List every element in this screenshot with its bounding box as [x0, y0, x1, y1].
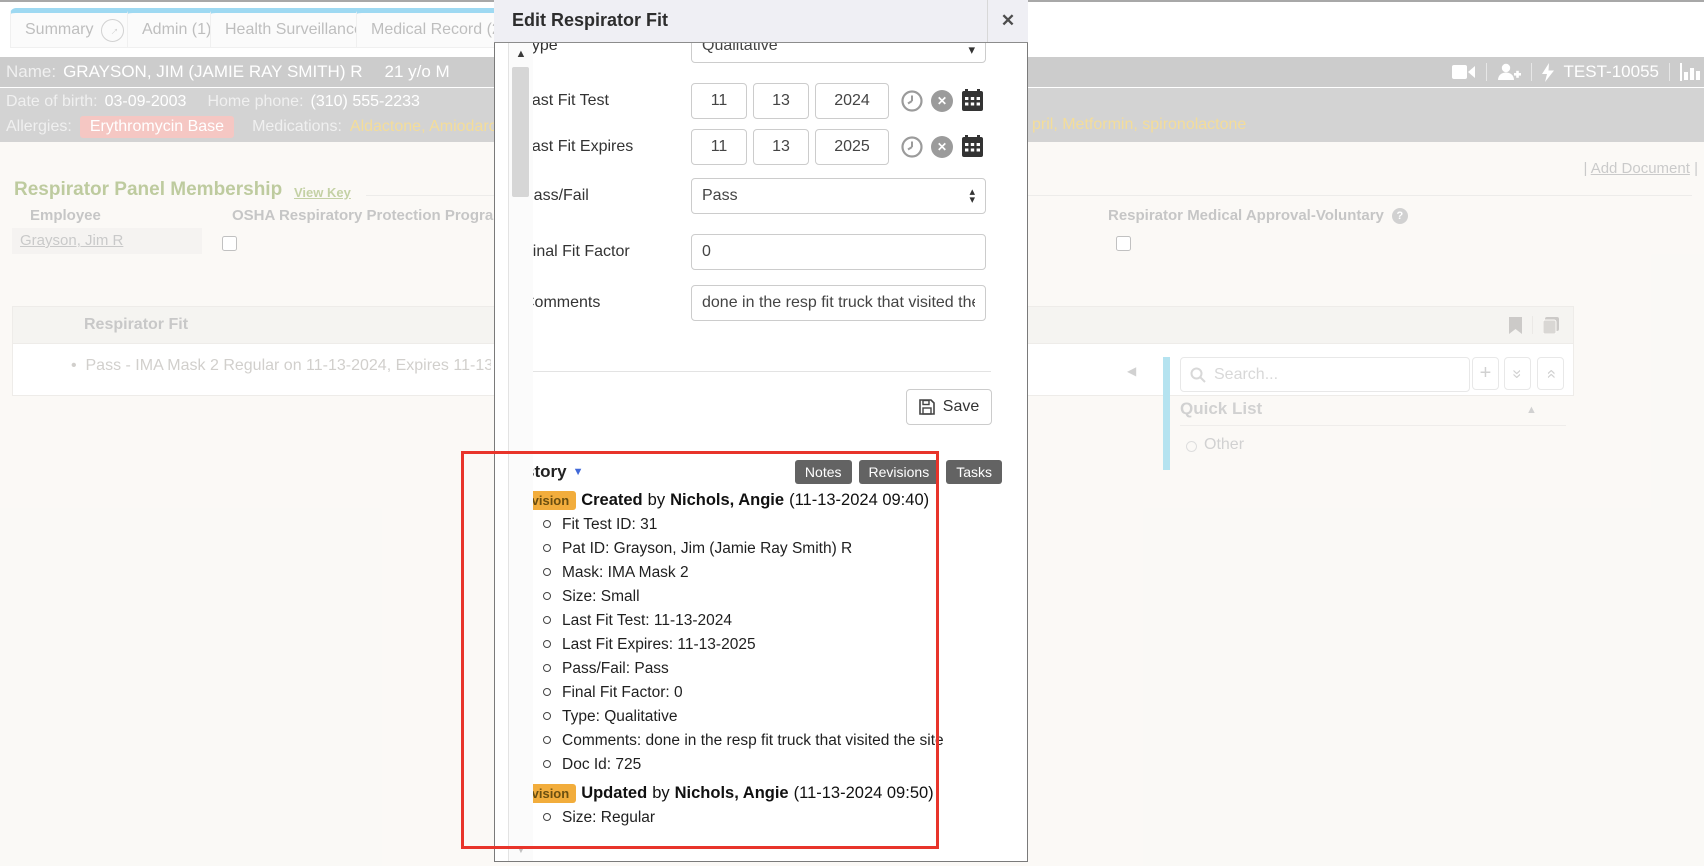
last-fit-expires-month-input[interactable] — [691, 129, 747, 165]
history-item: Pass/Fail: Pass — [543, 657, 993, 681]
last-fit-test-year-input[interactable] — [815, 83, 889, 119]
last-fit-expires-label: Last Fit Expires — [523, 138, 633, 156]
revision-header: Revision Created by Nichols, Angie (11-1… — [508, 491, 1002, 510]
form-divider — [511, 371, 991, 372]
revision-detail-list: Fit Test ID: 31Pat ID: Grayson, Jim (Jam… — [508, 513, 993, 777]
scrollbar-thumb[interactable] — [512, 67, 529, 197]
history-collapse-icon[interactable]: ▼ — [573, 466, 584, 478]
last-fit-expires-day-input[interactable] — [753, 129, 809, 165]
history-section: History ▼ Notes Revisions Tasks Revision… — [508, 460, 1002, 830]
pass-fail-value: Pass — [702, 187, 738, 205]
save-label: Save — [943, 398, 979, 416]
dialog-title: Edit Respirator Fit — [512, 10, 668, 31]
clock-icon[interactable] — [901, 90, 923, 112]
chevron-down-icon: ▾ — [968, 45, 975, 55]
clear-date-icon[interactable]: ✕ — [931, 136, 953, 158]
calendar-icon[interactable] — [962, 135, 983, 157]
history-item: Doc Id: 725 — [543, 753, 993, 777]
dialog-scrollbar[interactable]: ▲ ▼ — [508, 43, 533, 861]
history-item: Size: Small — [543, 585, 993, 609]
final-fit-factor-input[interactable] — [691, 234, 986, 270]
final-fit-factor-label: Final Fit Factor — [523, 243, 630, 261]
history-item: Size: Regular — [543, 806, 993, 830]
revision-header: Revision Updated by Nichols, Angie (11-1… — [508, 784, 1002, 803]
notes-button[interactable]: Notes — [795, 460, 852, 484]
last-fit-test-label: Last Fit Test — [523, 92, 609, 110]
history-item: Pat ID: Grayson, Jim (Jamie Ray Smith) R — [543, 537, 993, 561]
history-item: Last Fit Expires: 11-13-2025 — [543, 633, 993, 657]
history-item: Comments: done in the resp fit truck tha… — [543, 729, 993, 753]
history-item: Mask: IMA Mask 2 — [543, 561, 993, 585]
calendar-icon[interactable] — [962, 89, 983, 111]
history-item: Last Fit Test: 11-13-2024 — [543, 609, 993, 633]
history-item: Type: Qualitative — [543, 705, 993, 729]
select-arrows-icon: ▴▾ — [969, 188, 975, 204]
save-button[interactable]: Save — [906, 389, 992, 425]
last-fit-test-day-input[interactable] — [753, 83, 809, 119]
tasks-button[interactable]: Tasks — [946, 460, 1002, 484]
dialog-header: Edit Respirator Fit ✕ — [494, 0, 1028, 43]
application-window: Summary → Admin (1) Health Surveillance … — [0, 0, 1704, 866]
clear-date-icon[interactable]: ✕ — [931, 90, 953, 112]
close-icon[interactable]: ✕ — [987, 0, 1028, 42]
scroll-down-icon[interactable]: ▼ — [509, 844, 533, 856]
comments-label: Comments — [523, 294, 600, 312]
revisions-button[interactable]: Revisions — [859, 460, 940, 484]
clock-icon[interactable] — [901, 136, 923, 158]
revision-detail-list: Size: Regular — [508, 806, 993, 830]
history-item: Fit Test ID: 31 — [543, 513, 993, 537]
history-item: Final Fit Factor: 0 — [543, 681, 993, 705]
scroll-up-icon[interactable]: ▲ — [509, 48, 533, 60]
save-icon — [919, 399, 935, 415]
last-fit-test-month-input[interactable] — [691, 83, 747, 119]
comments-input[interactable] — [691, 285, 986, 321]
last-fit-expires-year-input[interactable] — [815, 129, 889, 165]
pass-fail-select[interactable]: Pass ▴▾ — [691, 178, 986, 214]
